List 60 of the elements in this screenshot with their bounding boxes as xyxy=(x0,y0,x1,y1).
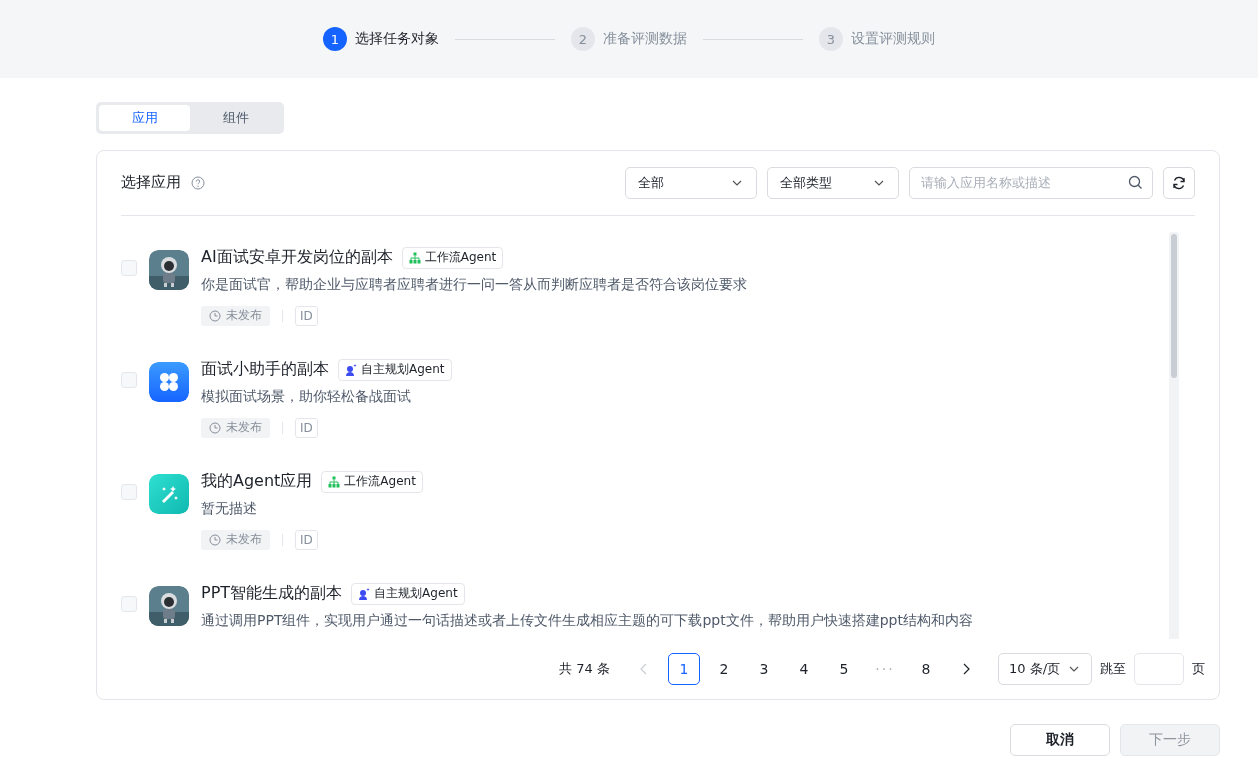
app-name: AI面试安卓开发岗位的副本 xyxy=(201,247,393,269)
tab[interactable]: 应用 xyxy=(99,105,190,131)
status-label: 未发布 xyxy=(226,419,262,437)
search-icon xyxy=(1128,174,1143,190)
tag-label: 工作流Agent xyxy=(424,249,497,267)
step-label: 设置评测规则 xyxy=(851,30,935,48)
scrollbar[interactable] xyxy=(1169,231,1179,640)
card-title: 选择应用 xyxy=(121,173,181,193)
checkbox[interactable] xyxy=(121,259,137,276)
tag-label: 工作流Agent xyxy=(344,473,416,491)
app-icon xyxy=(149,473,189,514)
id-badge: ID xyxy=(295,417,318,438)
page-size-dropdown[interactable]: 10 条/页 xyxy=(998,653,1092,686)
id-badge: ID xyxy=(295,529,318,550)
page-button[interactable]: 3 xyxy=(748,653,780,686)
step-label: 准备评测数据 xyxy=(603,30,687,48)
page-jump-field[interactable] xyxy=(1134,653,1184,686)
status-label: 未发布 xyxy=(226,307,262,325)
cancel-button[interactable]: 取消 xyxy=(1010,724,1110,756)
step-label: 选择任务对象 xyxy=(355,30,439,48)
tag-label: 自主规划Agent xyxy=(361,361,445,379)
status-label: 未发布 xyxy=(226,531,262,549)
search-field[interactable]: 请输入应用名称或描述 xyxy=(909,166,1153,199)
id-badge: ID xyxy=(295,305,318,326)
chevron-left-icon xyxy=(639,663,649,676)
app-description: 你是面试官，帮助企业与应聘者应聘者进行一问一答从而判断应聘者是否符合该岗位要求 xyxy=(201,275,747,294)
refresh-button[interactable] xyxy=(1163,166,1195,199)
scope-dropdown[interactable]: 全部 xyxy=(625,166,757,199)
app-description: 通过调用PPT组件，实现用户通过一句话描述或者上传文件生成相应主题的可下载ppt文件，帮助用户快速搭建ppt结构和内容 xyxy=(201,611,973,630)
hierarchy-icon xyxy=(328,475,341,488)
chevron-right-icon xyxy=(961,663,971,676)
clock-icon xyxy=(209,309,221,322)
app-name: 我的Agent应用 xyxy=(201,471,313,493)
page-button[interactable]: 2 xyxy=(708,653,740,686)
page-unit-label: 页 xyxy=(1192,660,1205,679)
clock-icon xyxy=(209,421,221,434)
app-icon xyxy=(149,361,189,402)
type-dropdown[interactable]: 全部类型 xyxy=(767,166,899,199)
checkbox[interactable] xyxy=(121,483,137,500)
checkbox[interactable] xyxy=(121,371,137,388)
page-button[interactable]: 8 xyxy=(910,653,942,686)
step-number: 1 xyxy=(323,27,347,51)
page-button[interactable]: 5 xyxy=(828,653,860,686)
help-icon xyxy=(191,175,205,190)
app-description: 暂无描述 xyxy=(201,499,258,518)
checkbox[interactable] xyxy=(121,595,137,612)
page-button[interactable]: 1 xyxy=(668,653,700,686)
total-count: 共 74 条 xyxy=(559,660,610,679)
refresh-icon xyxy=(1172,175,1186,190)
app-name: PPT智能生成的副本 xyxy=(201,583,343,605)
app-name: 面试小助手的副本 xyxy=(201,359,329,381)
hierarchy-icon xyxy=(408,251,421,264)
jump-label: 跳至 xyxy=(1100,660,1126,679)
clock-icon xyxy=(209,533,221,546)
step-number: 2 xyxy=(571,27,595,51)
step-number: 3 xyxy=(819,27,843,51)
app-description: 模拟面试场景，助你轻松备战面试 xyxy=(201,387,412,406)
tab[interactable]: 组件 xyxy=(190,105,281,131)
page-button[interactable]: 4 xyxy=(788,653,820,686)
tag-label: 自主规划Agent xyxy=(374,585,458,603)
